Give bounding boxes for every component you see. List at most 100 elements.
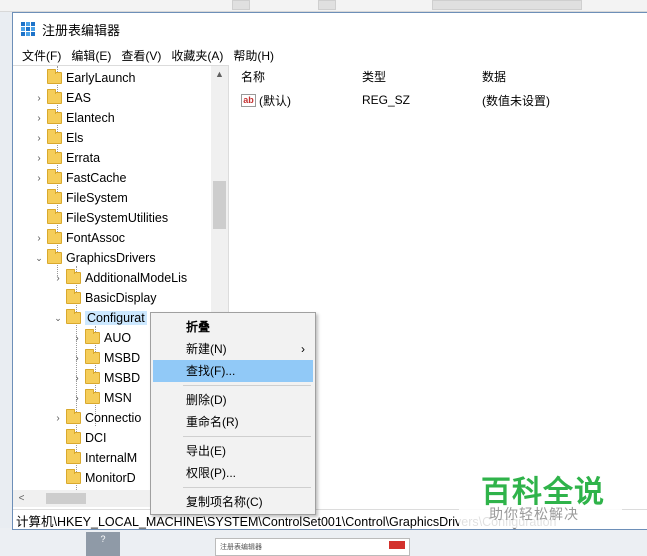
tree-item[interactable]: › AdditionalModeLis <box>52 268 187 288</box>
background-bottom: ? 注册表编辑器 <box>0 528 647 556</box>
tree-item[interactable]: › Elantech <box>33 108 115 128</box>
menu-item-export[interactable]: 导出(E) <box>153 440 313 462</box>
tree-item-label: EAS <box>66 91 92 105</box>
folder-icon <box>47 249 62 264</box>
menubar: 文件(F) 编辑(E) 查看(V) 收藏夹(A) 帮助(H) <box>13 45 647 65</box>
background-tab <box>232 0 250 10</box>
column-header-type[interactable]: 类型 <box>354 68 474 85</box>
folder-icon <box>66 309 81 324</box>
chevron-down-icon[interactable]: ⌄ <box>33 253 45 264</box>
tree-item[interactable]: › FastCache <box>33 168 126 188</box>
folder-icon <box>66 449 81 464</box>
tree-item[interactable]: InternalM <box>52 448 137 468</box>
chevron-right-icon[interactable]: › <box>52 273 64 284</box>
folder-icon <box>66 429 81 444</box>
tree-item-label: MSBD <box>104 371 141 385</box>
watermark: 百科全说 助你轻松解决 <box>459 462 622 528</box>
tree-item-label: FontAssoc <box>66 231 126 245</box>
list-item[interactable]: ab (默认) REG_SZ (数值未设置) <box>233 89 647 111</box>
chevron-right-icon[interactable]: › <box>33 173 45 184</box>
menu-item-new-label: 新建(N) <box>186 342 227 356</box>
regedit-window: 注册表编辑器 文件(F) 编辑(E) 查看(V) 收藏夹(A) 帮助(H) Ea… <box>12 12 647 530</box>
tree-item-label: AdditionalModeLis <box>85 271 188 285</box>
tree-item[interactable]: › Errata <box>33 148 100 168</box>
value-type: REG_SZ <box>362 93 411 107</box>
menu-item-rename[interactable]: 重命名(R) <box>153 411 313 433</box>
menu-item-find[interactable]: 查找(F)... <box>153 360 313 382</box>
tree-item[interactable]: › MSN <box>71 388 132 408</box>
menu-view[interactable]: 查看(V) <box>116 47 166 64</box>
tree-item[interactable]: › MSBD <box>71 348 140 368</box>
folder-icon <box>47 89 62 104</box>
value-name: (默认) <box>259 93 291 108</box>
background-help-box: ? <box>86 532 120 556</box>
scroll-left-icon[interactable]: < <box>13 490 30 507</box>
window-title: 注册表编辑器 <box>42 22 121 38</box>
chevron-right-icon[interactable]: › <box>71 333 83 344</box>
chevron-down-icon[interactable]: ⌄ <box>52 313 64 324</box>
folder-icon <box>47 109 62 124</box>
scroll-thumb-horizontal[interactable] <box>46 493 86 504</box>
menu-item-delete[interactable]: 删除(D) <box>153 389 313 411</box>
tree-item[interactable]: FileSystem <box>33 188 128 208</box>
tree-item[interactable]: › Els <box>33 128 83 148</box>
tree-item[interactable]: BasicDisplay <box>52 288 157 308</box>
folder-icon <box>47 229 62 244</box>
folder-icon <box>66 289 81 304</box>
folder-icon <box>85 369 100 384</box>
scroll-thumb[interactable] <box>213 181 226 229</box>
chevron-right-icon[interactable]: › <box>52 413 64 424</box>
chevron-right-icon[interactable]: › <box>33 133 45 144</box>
tree-item[interactable]: ⌄ GraphicsDrivers <box>33 248 156 268</box>
column-header-name[interactable]: 名称 <box>233 68 354 85</box>
menu-file[interactable]: 文件(F) <box>17 47 66 64</box>
tree-item[interactable]: › MSBD <box>71 368 140 388</box>
chevron-right-icon[interactable]: › <box>33 93 45 104</box>
scroll-up-icon[interactable]: ▲ <box>211 66 228 83</box>
tree-item-label: FileSystem <box>66 191 128 205</box>
menu-help[interactable]: 帮助(H) <box>228 47 279 64</box>
tree-item-label: BasicDisplay <box>85 291 157 305</box>
menu-separator <box>183 487 311 488</box>
list-header: 名称 类型 数据 <box>233 65 647 89</box>
background-tab <box>432 0 582 10</box>
value-data: (数值未设置) <box>482 93 550 108</box>
folder-icon <box>66 469 81 484</box>
tree-item[interactable]: › FontAssoc <box>33 228 125 248</box>
tree-item[interactable]: FileSystemUtilities <box>33 208 168 228</box>
tree-item[interactable]: EarlyLaunch <box>33 68 136 88</box>
chevron-right-icon[interactable]: › <box>71 353 83 364</box>
tree-item-label: MonitorD <box>85 471 136 485</box>
tree-item[interactable]: › Connectio <box>52 408 141 428</box>
chevron-right-icon[interactable]: › <box>71 373 83 384</box>
column-header-data[interactable]: 数据 <box>474 68 647 85</box>
background-thumbnail: 注册表编辑器 <box>215 538 410 556</box>
tree-item[interactable]: ⌄ Configurat <box>52 308 147 328</box>
background-top <box>0 0 647 12</box>
close-icon <box>389 541 405 549</box>
chevron-right-icon[interactable]: › <box>33 113 45 124</box>
tree-item-label: MSN <box>104 391 132 405</box>
menu-item-collapse[interactable]: 折叠 <box>153 316 313 338</box>
tree-item-label: DCI <box>85 431 107 445</box>
tree-item[interactable]: › AUO <box>71 328 131 348</box>
menu-item-new[interactable]: 新建(N) › <box>153 338 313 360</box>
tree-item-label: MSBD <box>104 351 141 365</box>
folder-icon <box>47 129 62 144</box>
tree-item[interactable]: MonitorD <box>52 468 136 488</box>
folder-icon <box>85 329 100 344</box>
menu-item-permissions[interactable]: 权限(P)... <box>153 462 313 484</box>
menu-edit[interactable]: 编辑(E) <box>66 47 116 64</box>
menu-item-copy-key-name[interactable]: 复制项名称(C) <box>153 491 313 513</box>
chevron-right-icon[interactable]: › <box>33 233 45 244</box>
folder-icon <box>47 169 62 184</box>
chevron-right-icon[interactable]: › <box>33 153 45 164</box>
menu-favorites[interactable]: 收藏夹(A) <box>166 47 228 64</box>
tree-item-label: Elantech <box>66 111 115 125</box>
tree-item[interactable]: DCI <box>52 428 107 448</box>
tree-item-label: FastCache <box>66 171 127 185</box>
chevron-right-icon[interactable]: › <box>71 393 83 404</box>
context-menu: 折叠 新建(N) › 查找(F)... 删除(D) 重命名(R) 导出(E) 权… <box>150 312 316 515</box>
tree-item[interactable]: › EAS <box>33 88 91 108</box>
folder-icon <box>85 389 100 404</box>
